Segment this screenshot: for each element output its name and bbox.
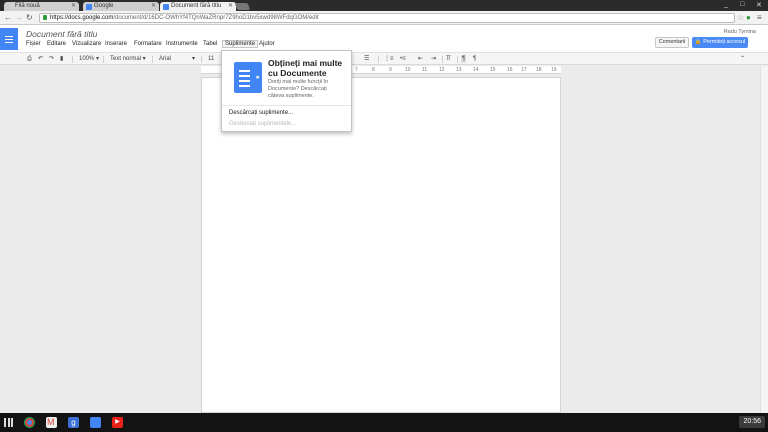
get-addons-item[interactable]: Descărcați suplimente...: [229, 110, 293, 116]
arrow-icon: ▸: [256, 74, 260, 81]
star-icon[interactable]: ☆: [737, 13, 744, 23]
youtube-icon[interactable]: ▶: [112, 417, 123, 428]
close-icon[interactable]: ✕: [228, 2, 233, 11]
ruler-tick: 18: [536, 67, 542, 73]
close-icon[interactable]: ✕: [151, 2, 156, 11]
tab-new-tab[interactable]: Filă nouă ✕: [4, 2, 79, 11]
url-path: /document/d/16DC-OWhYf4TQnWaZRnpr7Z9hoD1…: [113, 15, 319, 21]
new-tab-button[interactable]: [234, 3, 251, 10]
addons-dropdown: ▸ Obțineți mai multe cu Documente Doriți…: [221, 50, 352, 132]
font-select[interactable]: Arial: [159, 55, 171, 63]
collapse-menu-icon[interactable]: ⌃: [740, 55, 745, 63]
font-dropdown-icon[interactable]: ▾: [192, 55, 195, 63]
menu-edit[interactable]: Editare: [47, 41, 66, 47]
menu-divider: [222, 105, 351, 106]
chrome-icon[interactable]: [24, 417, 35, 428]
extension-icon[interactable]: ●: [746, 13, 751, 23]
manage-addons-item: Gestionați suplimentele...: [229, 121, 297, 127]
zoom-value: 100%: [79, 56, 95, 62]
tab-google[interactable]: Google ✕: [83, 2, 159, 11]
maximize-icon[interactable]: □: [740, 1, 744, 8]
ruler-tick: 10: [405, 67, 411, 73]
menu-file[interactable]: Fișier: [26, 41, 41, 47]
ruler-tick: 9: [389, 67, 392, 73]
share-label: Permiteți accesul: [703, 39, 746, 45]
zoom-select[interactable]: 100% ▾: [79, 55, 99, 63]
comments-button[interactable]: Comentarii: [655, 37, 689, 48]
back-icon[interactable]: ←: [4, 13, 12, 23]
font-value: Arial: [159, 56, 172, 62]
ruler-tick: 19: [551, 67, 557, 73]
tab-label: Google: [94, 3, 114, 9]
increase-indent-icon[interactable]: ⇥: [431, 55, 436, 63]
menu-table[interactable]: Tabel: [203, 41, 217, 47]
tab-label: Filă nouă: [15, 3, 40, 9]
promo-title: Obțineți mai multe cu Documente: [268, 58, 343, 78]
ruler-tick: 14: [473, 67, 479, 73]
menu-icon[interactable]: ≡: [757, 13, 762, 23]
google-favicon-icon: [86, 3, 92, 10]
docs-home-icon[interactable]: [0, 28, 18, 50]
minimize-icon[interactable]: _: [724, 1, 728, 8]
browser-navbar: ← → ↻ https://docs.google.com/document/d…: [0, 11, 768, 25]
undo-icon[interactable]: ↶: [38, 55, 43, 63]
app-launcher-icon[interactable]: [4, 418, 13, 427]
tab-document[interactable]: Document fără titlu ✕: [160, 2, 236, 11]
close-window-icon[interactable]: ✕: [756, 1, 762, 9]
style-value: Text normal: [110, 56, 142, 62]
docs-favicon-icon: [163, 3, 169, 10]
share-button[interactable]: 🔒 Permiteți accesul: [692, 37, 748, 48]
rtl-icon[interactable]: ¶: [473, 55, 476, 63]
decrease-indent-icon[interactable]: ⇤: [418, 55, 423, 63]
clear-formatting-icon[interactable]: T̸: [446, 55, 450, 63]
ltr-icon[interactable]: ¶: [461, 55, 467, 63]
menu-addons[interactable]: Suplimente: [222, 40, 259, 48]
menu-view[interactable]: Vizualizare: [72, 41, 101, 47]
document-title[interactable]: Document fără titlu: [26, 29, 97, 39]
forward-icon[interactable]: →: [15, 13, 23, 23]
lock-icon: [43, 15, 47, 20]
menu-help[interactable]: Ajutor: [259, 41, 275, 47]
ruler-tick: 11: [422, 67, 428, 73]
ruler-tick: 16: [507, 67, 513, 73]
formatting-toolbar: ⎙ ↶ ↷ ▮ 100% ▾ Text normal ▾ Arial ▾ 11 …: [0, 52, 768, 65]
os-taskbar: M g ▶ 20:56: [0, 413, 768, 432]
user-name[interactable]: Radu Tymina: [724, 29, 756, 35]
ruler-tick: 7: [355, 67, 358, 73]
ruler-tick: 8: [372, 67, 375, 73]
style-select[interactable]: Text normal ▾: [110, 55, 146, 63]
menu-format[interactable]: Formatare: [134, 41, 162, 47]
docs-app-icon[interactable]: [90, 417, 101, 428]
promo-text: Doriți mai multe funcții în Documente? D…: [268, 79, 329, 99]
url-host: https://docs.google.com: [50, 15, 114, 21]
docs-header: Document fără titlu Fișier Editare Vizua…: [0, 25, 768, 52]
ruler-tick: 13: [456, 67, 462, 73]
address-bar[interactable]: https://docs.google.com/document/d/16DC-…: [39, 13, 735, 23]
ruler-tick: 15: [490, 67, 496, 73]
scrollbar[interactable]: [760, 66, 768, 413]
menu-tools[interactable]: Instrumente: [166, 41, 198, 47]
docs-addons-icon: ▸: [234, 62, 262, 93]
ruler-tick: 12: [439, 67, 445, 73]
close-icon[interactable]: ✕: [71, 2, 76, 11]
tab-label: Document fără titlu: [171, 3, 222, 9]
line-spacing-icon[interactable]: ☰: [364, 55, 369, 63]
font-size-select[interactable]: 11: [208, 55, 214, 63]
system-clock[interactable]: 20:56: [739, 416, 765, 428]
gmail-icon[interactable]: M: [46, 417, 57, 428]
ruler-tick: 17: [521, 67, 527, 73]
menu-insert[interactable]: Inserare: [105, 41, 127, 47]
redo-icon[interactable]: ↷: [49, 55, 54, 63]
print-icon[interactable]: ⎙: [27, 55, 32, 63]
bulleted-list-icon[interactable]: •≡: [400, 55, 406, 63]
paint-format-icon[interactable]: ▮: [60, 55, 63, 63]
google-search-icon[interactable]: g: [68, 417, 79, 428]
numbered-list-icon[interactable]: ⋮≡: [384, 55, 394, 63]
reload-icon[interactable]: ↻: [26, 13, 33, 23]
browser-tab-strip: Filă nouă ✕ Google ✕ Document fără titlu…: [0, 0, 768, 11]
